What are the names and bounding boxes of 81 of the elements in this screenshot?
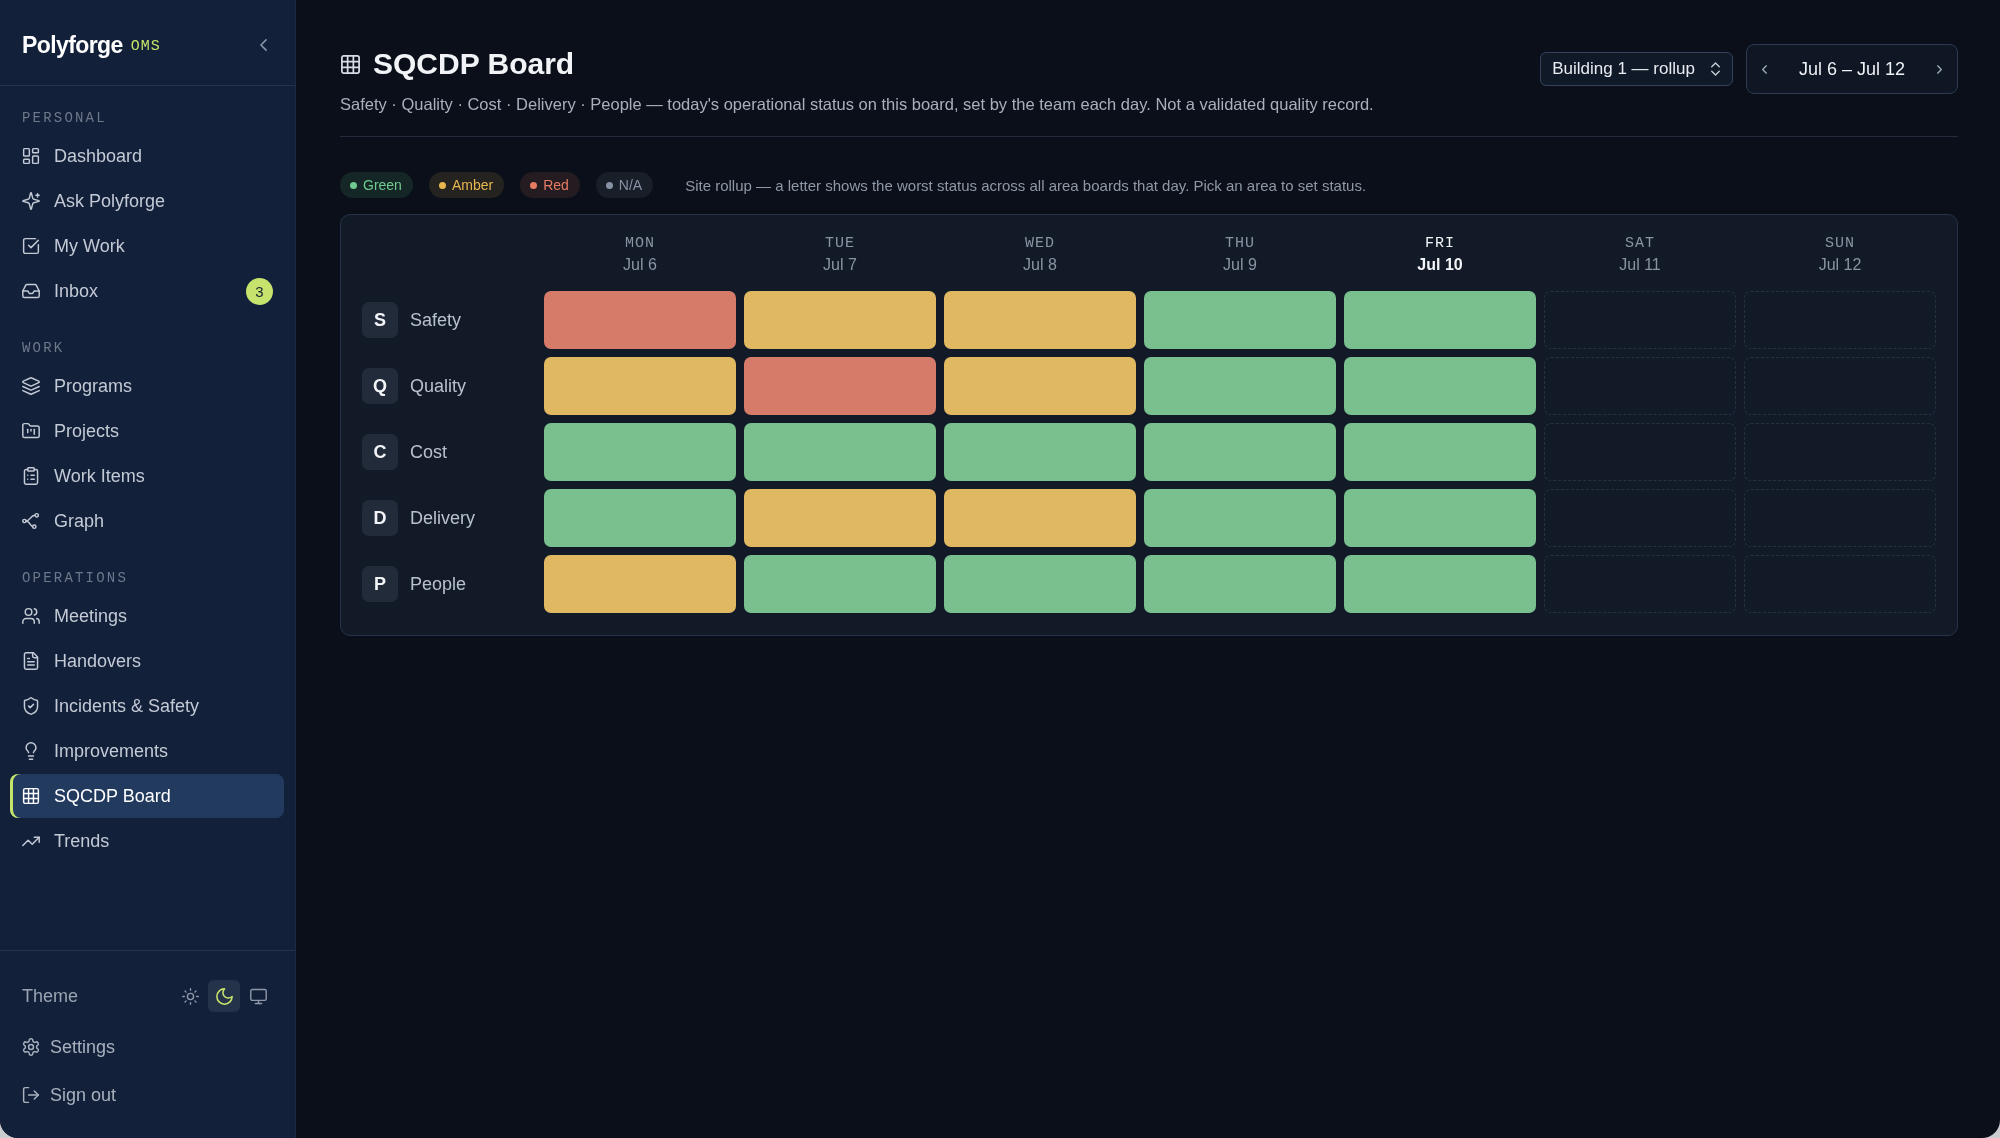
monitor-icon	[249, 987, 267, 1005]
day-name: SUN	[1825, 234, 1855, 254]
day-name: FRI	[1425, 234, 1455, 254]
day-name: MON	[625, 234, 655, 254]
nav-item[interactable]: Incidents & Safety	[10, 684, 284, 728]
count-badge: 3	[246, 277, 273, 305]
day-name: SAT	[1625, 234, 1655, 254]
chevron-up-down-icon	[1710, 62, 1720, 76]
nav-item[interactable]: Meetings	[10, 594, 284, 638]
settings-icon	[22, 1038, 40, 1056]
row-letter: Q	[362, 368, 398, 404]
legend-label: Red	[543, 177, 569, 193]
day-date: Jul 12	[1818, 255, 1862, 275]
page-subtitle: Safety · Quality · Cost · Delivery · People — today's operational status on this board, set by the team each day. Not a validated quality record.	[340, 94, 1375, 115]
shield-check-icon	[22, 697, 40, 715]
nav-item[interactable]: Graph	[10, 499, 284, 543]
layers-icon	[22, 377, 40, 395]
row-label: Delivery	[410, 507, 475, 529]
sign-out-icon	[22, 1086, 40, 1104]
nav-item[interactable]: Handovers	[10, 639, 284, 683]
brand-name: Polyforge	[22, 31, 123, 59]
row-label: People	[410, 573, 467, 595]
footer-link[interactable]: Sign out	[0, 1073, 295, 1117]
footer-link[interactable]: Settings	[0, 1025, 295, 1069]
row-letter: S	[362, 302, 398, 338]
site-select[interactable]: Building 1 — rollup	[1540, 52, 1733, 86]
row-label: Safety	[410, 309, 462, 331]
inbox-icon	[22, 282, 40, 300]
nav-item[interactable]: Projects	[10, 409, 284, 453]
row-label: Quality	[410, 375, 467, 397]
day-date: Jul 10	[1417, 255, 1463, 275]
sparkles-icon	[22, 192, 40, 210]
moon-icon	[215, 987, 233, 1005]
date-range-label: Jul 6 – Jul 12	[1797, 58, 1906, 80]
legend-note: Site rollup — a letter shows the worst status across all area boards that day. Pick an area to set status.	[685, 176, 1367, 194]
day-date: Jul 7	[823, 255, 857, 275]
nav-item[interactable]: Improvements	[10, 729, 284, 773]
row-label: Cost	[410, 441, 447, 463]
section-heading: OPERATIONS	[21, 569, 129, 588]
grid-icon	[22, 787, 40, 805]
legend-label: Amber	[451, 177, 494, 193]
row-letter: C	[362, 434, 398, 470]
chevron-right-icon	[1936, 64, 1942, 74]
row-letter: P	[362, 566, 398, 602]
lightbulb-icon	[22, 742, 40, 760]
day-date: Jul 9	[1223, 255, 1257, 275]
clipboard-icon	[22, 467, 40, 485]
day-name: THU	[1225, 234, 1255, 254]
people-icon	[22, 607, 40, 625]
day-date: Jul 11	[1619, 255, 1661, 275]
day-name: WED	[1025, 234, 1055, 254]
nodes-icon	[22, 512, 40, 530]
nav-item[interactable]: Programs	[10, 364, 284, 408]
day-date: Jul 6	[623, 255, 657, 275]
legend-label: Green	[363, 177, 402, 193]
checkbox-icon	[22, 237, 40, 255]
nav-item[interactable]: Inbox 3	[10, 269, 284, 313]
day-name: TUE	[825, 234, 855, 254]
folder-chart-icon	[22, 422, 40, 440]
nav-item[interactable]: SQCDP Board	[10, 774, 284, 818]
brand-suffix: OMS	[130, 38, 161, 55]
panels-icon	[22, 147, 40, 165]
row-letter: D	[362, 500, 398, 536]
section-heading: WORK	[21, 339, 66, 358]
nav-item[interactable]: My Work	[10, 224, 284, 268]
theme-label: Theme	[22, 985, 80, 1007]
chevron-left-icon	[260, 39, 267, 51]
section-heading: PERSONAL	[21, 109, 108, 128]
sun-icon	[181, 987, 199, 1005]
nav-item[interactable]: Work Items	[10, 454, 284, 498]
theme-button[interactable]	[208, 980, 240, 1012]
document-icon	[22, 652, 40, 670]
nav-item[interactable]: Trends	[10, 819, 284, 863]
page-title: SQCDP Board	[373, 46, 575, 82]
day-date: Jul 8	[1023, 255, 1057, 275]
nav-item[interactable]: Ask Polyforge	[10, 179, 284, 223]
grid-icon	[340, 53, 361, 75]
collapse-button[interactable]	[260, 39, 267, 51]
nav-item[interactable]: Dashboard	[10, 134, 284, 178]
chevron-left-icon	[1762, 64, 1768, 74]
legend-label: N/A	[618, 177, 643, 193]
